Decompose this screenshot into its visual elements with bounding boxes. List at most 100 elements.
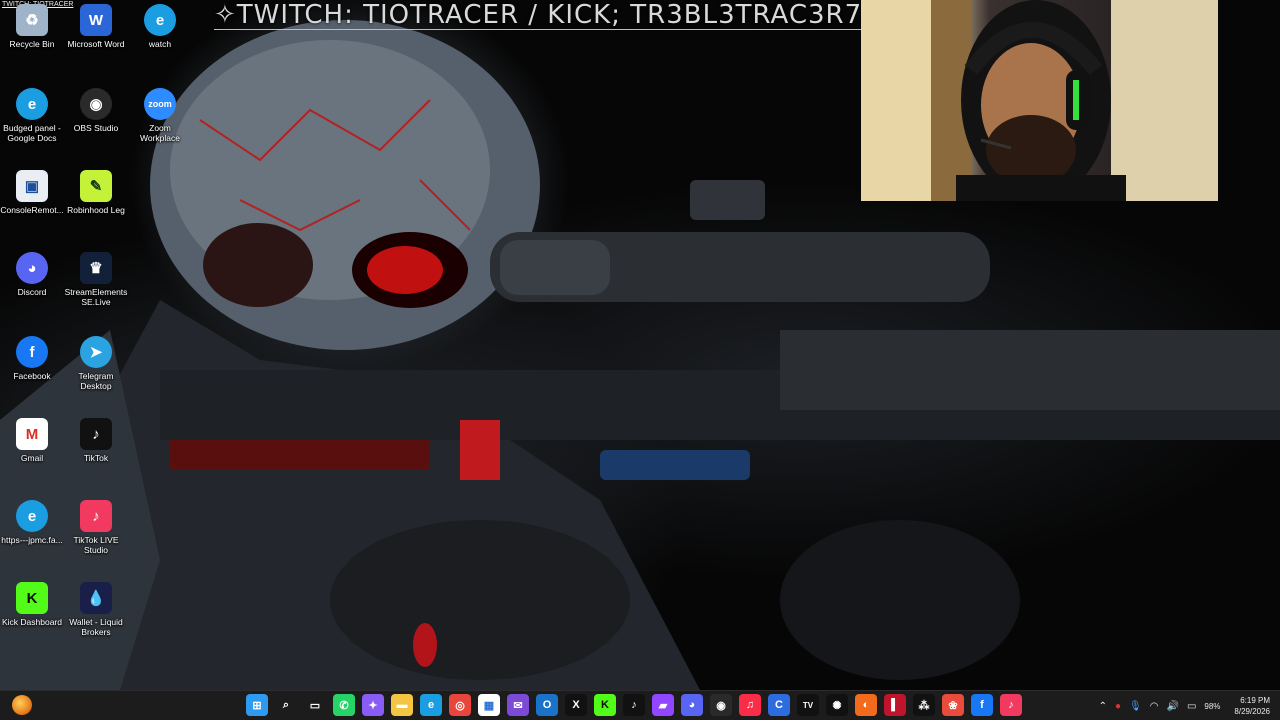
volume-icon[interactable]: 🔊 [1166,701,1178,712]
weather-widget-icon[interactable] [12,695,32,715]
robinhood-icon: ✎ [80,170,112,202]
taskbar-chatgpt-icon[interactable]: ✺ [826,694,848,716]
desktop-icon-label: ConsoleRemot... [0,205,64,215]
wifi-icon[interactable]: ◠ [1150,701,1159,712]
webcam-overlay [861,0,1218,201]
taskbar-app-red-icon[interactable]: ▌ [884,694,906,716]
taskbar-task-view-icon[interactable]: ▭ [304,694,326,716]
desktop-icon-edge[interactable]: e Budged panel - Google Docs [0,88,64,143]
search-icon: ⌕ [282,698,290,711]
taskbar-store-icon[interactable]: ▦ [478,694,500,716]
desktop-icon-facebook[interactable]: f Facebook [0,336,64,381]
desktop-icon-console-remote[interactable]: ▣ ConsoleRemot... [0,170,64,215]
desktop-icon-word[interactable]: W Microsoft Word [64,4,128,49]
taskbar-tradingview-icon[interactable]: TV [797,694,819,716]
taskbar-mail-icon[interactable]: ✉ [507,694,529,716]
taskbar-discord-icon[interactable]: ◕ [681,694,703,716]
edge-icon: e [144,4,176,36]
tiktok-live-icon: ♪ [1008,699,1014,711]
desktop-icon-label: Telegram Desktop [78,371,114,391]
edge-glyph: e [27,95,37,113]
desktop-icon-tiktok[interactable]: ♪ TikTok [64,418,128,463]
network-app-icon[interactable]: ● [1115,701,1121,712]
discord-glyph: ◕ [27,259,37,277]
desktop-icon-tiktok-live[interactable]: ♪ TikTok LIVE Studio [64,500,128,555]
twitch-icon: ▰ [658,699,668,712]
tiktok-live-icon: ♪ [80,500,112,532]
taskbar-app-grid-icon[interactable]: ⁂ [913,694,935,716]
desktop-icon-label: watch [148,39,172,49]
console-remote-glyph: ▣ [24,178,40,195]
tiktok-glyph: ♪ [92,425,100,443]
edge-icon: e [16,88,48,120]
taskbar-kick-icon[interactable]: K [594,694,616,716]
recycle-bin-glyph: ♻ [25,12,39,29]
wallet-glyph: 💧 [86,590,106,607]
desktop-icon-kick[interactable]: K Kick Dashboard [0,582,64,627]
facebook-glyph: f [29,343,35,361]
battery-percent[interactable]: 98% [1204,702,1220,711]
desktop-icon-label: https---jpmc.fa... [1,535,63,545]
clock-time: 6:19 PM [1240,696,1270,705]
taskbar-edge-icon[interactable]: e [420,694,442,716]
gmail-glyph: M [25,425,39,443]
desktop-icon-obs[interactable]: ◉ OBS Studio [64,88,128,133]
zoom-glyph: zoom [148,99,172,109]
taskbar-windows-start-icon[interactable]: ⊞ [246,694,268,716]
photos-icon: ❀ [948,699,958,712]
desktop-icon-label: Recycle Bin [9,39,55,49]
desktop-icon-streamelements[interactable]: ♛ StreamElements SE.Live [64,252,128,307]
zoom-icon: zoom [144,88,176,120]
taskbar-chrome-icon[interactable]: ◎ [449,694,471,716]
streamelements-icon: ♛ [80,252,112,284]
taskbar-tiktok-live-icon[interactable]: ♪ [1000,694,1022,716]
desktop-icon-edge[interactable]: e watch [128,4,192,49]
tiktok-icon: ♪ [80,418,112,450]
app-orange-icon: ◐ [862,699,870,711]
taskbar-obs-icon[interactable]: ◉ [710,694,732,716]
taskbar-twitch-icon[interactable]: ▰ [652,694,674,716]
taskbar-search-icon[interactable]: ⌕ [275,694,297,716]
desktop-icon-label: Microsoft Word [67,39,125,49]
obs-icon: ◉ [80,88,112,120]
word-glyph: W [88,11,104,29]
taskbar-music-icon[interactable]: ♫ [739,694,761,716]
clock[interactable]: 6:19 PM 8/29/2026 [1234,695,1270,717]
taskbar-photos-icon[interactable]: ❀ [942,694,964,716]
desktop-icon-zoom[interactable]: zoom Zoom Workplace [128,88,192,143]
desktop-icon-recycle-bin[interactable]: ♻ Recycle Bin [0,4,64,49]
taskbar-outlook-icon[interactable]: O [536,694,558,716]
desktop-icon-telegram[interactable]: ➤ Telegram Desktop [64,336,128,391]
taskbar-copilot-icon[interactable]: ✦ [362,694,384,716]
file-explorer-icon: ▬ [396,699,408,711]
facebook-icon: f [980,699,984,711]
desktop-icon-discord[interactable]: ◕ Discord [0,252,64,297]
edge-icon: e [427,699,435,711]
taskbar-x-icon[interactable]: X [565,694,587,716]
desktop-icon-robinhood[interactable]: ✎ Robinhood Leg [64,170,128,215]
chevron-up-icon[interactable]: ⌃ [1099,701,1107,712]
taskbar-whatsapp-icon[interactable]: ✆ [333,694,355,716]
edge-icon: e [16,500,48,532]
kick-icon: K [16,582,48,614]
battery-icon[interactable]: ▭ [1187,701,1196,712]
desktop-icon-label: TikTok LIVE Studio [73,535,119,555]
desktop-icon-label: Gmail [20,453,44,463]
desktop-icon-gmail[interactable]: M Gmail [0,418,64,463]
taskbar-tiktok-icon[interactable]: ♪ [623,694,645,716]
taskbar-facebook-icon[interactable]: f [971,694,993,716]
discord-icon: ◕ [16,252,48,284]
desktop-icon-label: Discord [17,287,47,297]
taskbar: ⊞ ⌕ ▭ ✆ ✦ ▬ e ◎ ▦ ✉ O X K ♪ ▰ ◕ ◉ ♫ C TV ✺ ◐ ▌ ⁂ ❀ f ♪ ⌃ ● 🎙 ◠ 🔊 ▭… [0,690,1280,720]
wallet-icon: 💧 [80,582,112,614]
taskbar-chrome-remote-icon[interactable]: C [768,694,790,716]
telegram-glyph: ➤ [89,344,103,361]
desktop-icon-edge[interactable]: e https---jpmc.fa... [0,500,64,545]
taskbar-file-explorer-icon[interactable]: ▬ [391,694,413,716]
taskbar-app-orange-icon[interactable]: ◐ [855,694,877,716]
x-icon: X [572,699,580,711]
outlook-icon: O [542,699,552,711]
windows-start-icon: ⊞ [252,699,262,712]
desktop-icon-wallet[interactable]: 💧 Wallet - Liquid Brokers [64,582,128,637]
microphone-icon[interactable]: 🎙 [1129,701,1142,712]
